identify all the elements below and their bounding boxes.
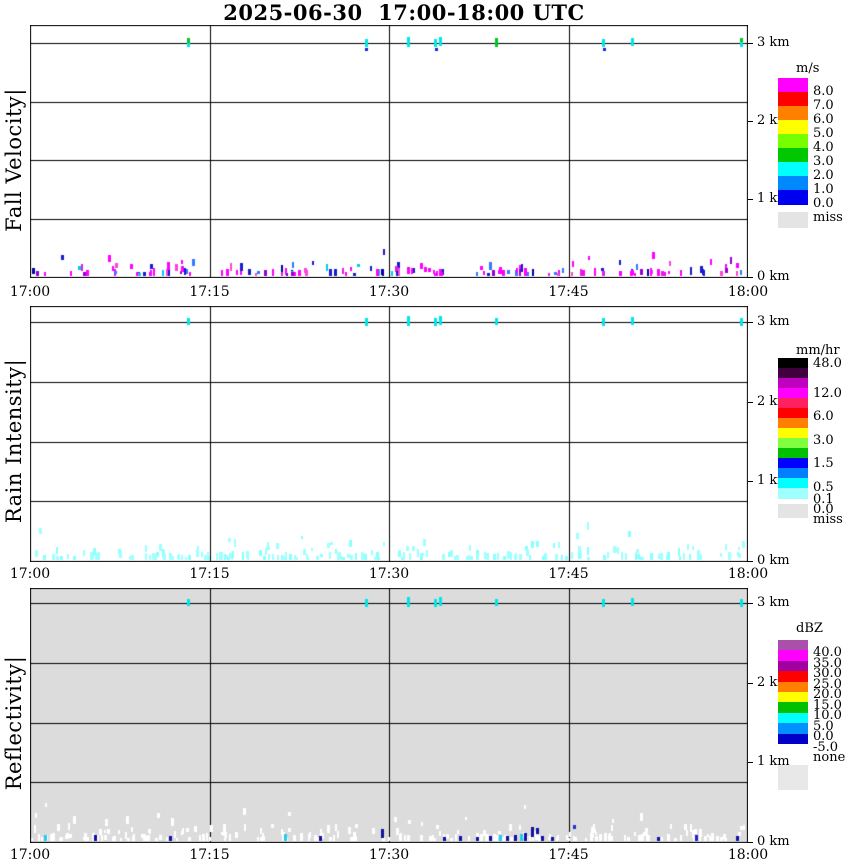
colorbar-tick-label: 7.0 (813, 98, 834, 113)
time-axis-label: 18:00 (727, 284, 769, 300)
colorbar-cell (778, 458, 808, 469)
colorbar-tick-label: 2.0 (813, 168, 834, 183)
colorbar-tick-label: 1.5 (813, 456, 834, 471)
time-axis-label: 17:45 (548, 566, 589, 582)
colorbar-cell (778, 120, 808, 135)
colorbar-cell (778, 702, 808, 714)
colorbar-cell (778, 640, 808, 651)
colorbar-cell (778, 378, 808, 389)
height-axis-label: 3 km (757, 595, 790, 610)
colorbar-cell (778, 408, 808, 419)
time-axis-label: 17:15 (189, 847, 230, 863)
colorbar-cell (778, 148, 808, 163)
mrr-quicklook-page: 2025-06-30 17:00-18:00 UTC Fall Velocity… (0, 0, 850, 868)
colorbar-cell (778, 660, 808, 672)
time-axis-label: 17:30 (368, 566, 410, 582)
colorbar-cell (778, 92, 808, 107)
colorbar-tick-label: 6.0 (813, 409, 834, 424)
colorbar-tick-label: 3.0 (813, 433, 834, 448)
height-axis-tick (748, 277, 753, 278)
height-axis-label: 3 km (757, 314, 790, 329)
height-axis-tick (748, 762, 753, 763)
height-axis-label: 3 km (757, 35, 790, 50)
colorbar-cell (778, 388, 808, 399)
height-axis-tick (748, 121, 753, 122)
y-axis-title-reflectivity: Reflectivity| (2, 655, 26, 791)
time-axis-label: 17:45 (548, 847, 589, 863)
colorbar-cell (778, 176, 808, 191)
height-axis-tick (748, 683, 753, 684)
colorbar-cell (778, 478, 808, 489)
colorbar-cell (778, 78, 808, 93)
colorbar-cell (778, 418, 808, 429)
colorbar-cell (778, 190, 808, 205)
height-axis-tick (748, 43, 753, 44)
colorbar-missing-label: miss (813, 210, 843, 225)
colorbar-tick-label: 5.0 (813, 126, 834, 141)
height-axis-label: 0 km (757, 269, 790, 284)
colorbar-cell (778, 438, 808, 449)
colorbar-cell (778, 712, 808, 724)
colorbar-tick-label: 3.0 (813, 154, 834, 169)
colorbar-tick-label: 6.0 (813, 112, 834, 127)
colorbar-tick-label: 8.0 (813, 84, 834, 99)
time-axis-label: 18:00 (727, 566, 769, 582)
reflectivity-panel-canvas (30, 588, 748, 843)
height-axis-tick (748, 322, 753, 323)
rain-intensity-panel-canvas (30, 306, 748, 562)
colorbar-unit-title: m/s (796, 61, 820, 76)
y-axis-title-rain-intensity: Rain Intensity| (2, 358, 26, 524)
colorbar-tick-label: 0.0 (813, 196, 834, 211)
colorbar-cell (778, 692, 808, 703)
height-axis-tick (748, 842, 753, 843)
colorbar-cell (778, 428, 808, 439)
colorbar-cell (778, 650, 808, 662)
colorbar-cell (778, 448, 808, 459)
time-axis-label: 17:00 (9, 566, 51, 582)
colorbar-missing-label: miss (813, 512, 843, 527)
colorbar-missing-swatch (778, 765, 808, 790)
time-axis-label: 18:00 (727, 847, 769, 863)
colorbar-tick-label: 12.0 (813, 386, 842, 401)
colorbar-missing-label: none (813, 750, 846, 765)
height-axis-label: 0 km (757, 834, 790, 849)
height-axis-tick (748, 402, 753, 403)
time-axis-label: 17:15 (189, 566, 230, 582)
time-axis-label: 17:30 (368, 284, 410, 300)
colorbar-cell (778, 106, 808, 121)
colorbar-tick-label: 48.0 (813, 356, 842, 371)
time-axis-label: 17:00 (9, 284, 51, 300)
colorbar-cell (778, 488, 808, 499)
colorbar-cell (778, 671, 808, 683)
chart-title: 2025-06-30 17:00-18:00 UTC (223, 0, 585, 25)
colorbar-cell (778, 358, 808, 369)
height-axis-tick (748, 561, 753, 562)
colorbar-unit-title: dBZ (796, 621, 823, 636)
colorbar-tick-label: 1.0 (813, 182, 834, 197)
colorbar-cell (778, 468, 808, 479)
height-axis-label: 0 km (757, 553, 790, 568)
time-axis-label: 17:00 (9, 847, 51, 863)
time-axis-label: 17:15 (189, 284, 230, 300)
colorbar-cell (778, 733, 808, 745)
colorbar-cell (778, 398, 808, 409)
height-axis-tick (748, 481, 753, 482)
height-axis-tick (748, 603, 753, 604)
colorbar-cell (778, 134, 808, 149)
fall-velocity-panel-canvas (30, 25, 748, 278)
time-axis-label: 17:30 (368, 847, 410, 863)
colorbar-cell (778, 162, 808, 177)
colorbar-missing-swatch (778, 212, 808, 228)
colorbar-missing-swatch (778, 504, 808, 518)
colorbar-tick-label: 4.0 (813, 140, 834, 155)
y-axis-title-fall-velocity: Fall Velocity| (2, 88, 26, 232)
colorbar-cell (778, 723, 808, 735)
height-axis-tick (748, 199, 753, 200)
colorbar-cell (778, 368, 808, 379)
colorbar-cell (778, 681, 808, 693)
time-axis-label: 17:45 (548, 284, 589, 300)
